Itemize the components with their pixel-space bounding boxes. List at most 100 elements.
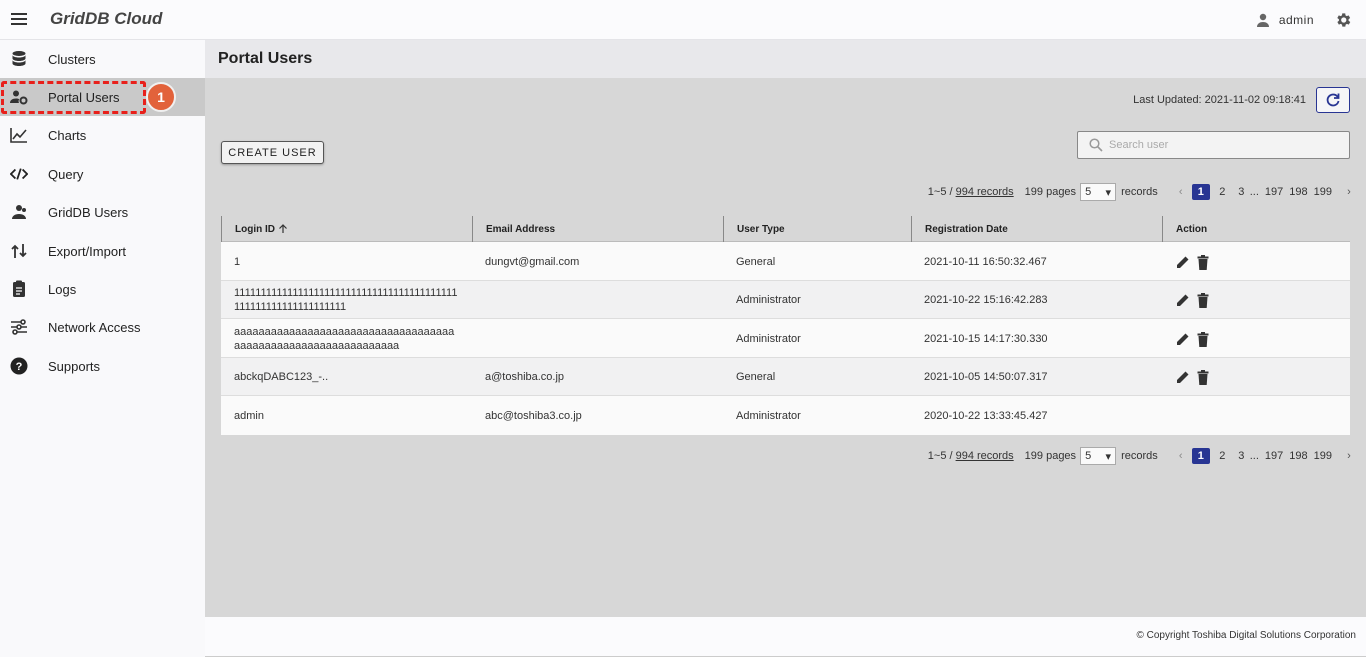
delete-icon[interactable]	[1196, 254, 1210, 270]
page-ellipsis: ...	[1249, 186, 1259, 198]
annotation-highlight	[1, 81, 146, 114]
create-user-button[interactable]: CREATE USER	[221, 141, 324, 164]
per-page-value: 5	[1085, 450, 1092, 462]
sidebar-item-label: Charts	[48, 127, 87, 143]
row-actions	[1176, 369, 1210, 385]
sidebar-item-logs[interactable]: Logs	[0, 270, 205, 308]
edit-icon[interactable]	[1176, 369, 1190, 385]
per-page-select[interactable]: 5 ▾	[1080, 183, 1117, 201]
sidebar-item-supports[interactable]: ? Supports	[0, 347, 205, 385]
page-button[interactable]: 197	[1265, 186, 1283, 198]
record-range: 1~5 /	[927, 450, 953, 462]
sidebar-item-clusters[interactable]: Clusters	[0, 40, 205, 78]
records-link[interactable]: 994 records	[956, 450, 1014, 462]
sidebar-item-charts[interactable]: Charts	[0, 116, 205, 154]
sidebar-item-label: GridDB Users	[48, 204, 129, 220]
email-cell: dungvt@gmail.com	[485, 255, 580, 268]
user-type-cell: Administrator	[736, 409, 801, 422]
edit-icon[interactable]	[1176, 292, 1190, 308]
records-label: records	[1121, 450, 1158, 462]
pagination-top: 1~5 / 994 records 199 pages 5 ▾ records ‹…	[928, 182, 1354, 202]
page-button[interactable]: 3	[1235, 450, 1248, 462]
email-cell: a@toshiba.co.jp	[485, 370, 565, 383]
export-import-icon	[10, 242, 28, 260]
page-button[interactable]: 3	[1235, 186, 1248, 198]
login-id-cell: aaaaaaaaaaaaaaaaaaaaaaaaaaaaaaaaaaaaaaaa…	[234, 326, 455, 352]
sidebar-item-griddb-users[interactable]: GridDB Users	[0, 193, 205, 231]
registration-date-cell: 2021-10-05 14:50:07.317	[924, 370, 1048, 383]
main-content: Portal Users Last Updated: 2021-11-02 09…	[205, 40, 1366, 617]
chevron-right-icon[interactable]: ›	[1344, 186, 1354, 198]
search-icon	[1089, 138, 1103, 152]
user-type-cell: Administrator	[736, 332, 801, 345]
gear-icon[interactable]	[1334, 11, 1352, 29]
delete-icon[interactable]	[1196, 369, 1210, 385]
page-button[interactable]: 1	[1191, 448, 1210, 464]
refresh-button[interactable]	[1316, 87, 1350, 113]
refresh-icon	[1326, 93, 1340, 107]
column-header-label: Login ID	[235, 223, 275, 235]
edit-icon[interactable]	[1176, 254, 1190, 270]
username: admin	[1278, 13, 1314, 27]
sidebar-item-query[interactable]: Query	[0, 155, 205, 193]
column-header-action: Action	[1162, 216, 1350, 242]
menu-icon[interactable]	[11, 13, 27, 27]
page-button[interactable]: 198	[1289, 186, 1307, 198]
login-id-cell: 1	[234, 255, 241, 268]
delete-icon[interactable]	[1196, 331, 1210, 347]
table-row: admin abc@toshiba3.co.jp Administrator 2…	[221, 397, 1350, 435]
per-page-value: 5	[1085, 186, 1092, 198]
chevron-left-icon[interactable]: ‹	[1176, 186, 1186, 198]
sidebar-item-network-access[interactable]: Network Access	[0, 308, 205, 346]
login-id-cell: admin	[234, 409, 264, 422]
chevron-left-icon[interactable]: ‹	[1176, 450, 1186, 462]
code-icon	[10, 165, 28, 183]
record-range: 1~5 /	[927, 186, 953, 198]
app-logo: GridDB Cloud	[50, 9, 163, 28]
user-type-cell: General	[736, 255, 776, 268]
table-row: abckqDABC123_-.. a@toshiba.co.jp General…	[221, 358, 1350, 396]
column-header-email[interactable]: Email Address	[472, 216, 723, 242]
sidebar-item-label: Query	[48, 166, 84, 182]
page-button[interactable]: 2	[1216, 450, 1229, 462]
user-menu[interactable]: admin	[1255, 12, 1314, 28]
sidebar-item-label: Network Access	[48, 319, 141, 335]
pagination-bottom: 1~5 / 994 records 199 pages 5 ▾ records ‹…	[928, 446, 1354, 466]
sidebar-item-label: Clusters	[48, 51, 96, 67]
row-actions	[1176, 331, 1210, 347]
chevron-down-icon: ▾	[1105, 186, 1112, 199]
page-button[interactable]: 198	[1289, 450, 1307, 462]
records-link[interactable]: 994 records	[956, 186, 1014, 198]
delete-icon[interactable]	[1196, 292, 1210, 308]
registration-date-cell: 2021-10-15 14:17:30.330	[924, 332, 1048, 345]
table-row: 1 dungvt@gmail.com General 2021-10-11 16…	[221, 243, 1350, 281]
page-button[interactable]: 1	[1191, 184, 1210, 200]
page-button[interactable]: 2	[1216, 186, 1229, 198]
page-title: Portal Users	[218, 50, 313, 67]
chevron-right-icon[interactable]: ›	[1344, 450, 1354, 462]
top-bar: GridDB Cloud admin	[0, 0, 1366, 40]
column-header-login-id[interactable]: Login ID	[221, 216, 472, 242]
sidebar-item-export-import[interactable]: Export/Import	[0, 232, 205, 270]
search-input[interactable]	[1109, 139, 1339, 151]
login-id-cell: abckqDABC123_-..	[234, 370, 329, 383]
column-header-user-type[interactable]: User Type	[723, 216, 911, 242]
svg-text:?: ?	[16, 361, 23, 373]
last-updated: Last Updated: 2021-11-02 09:18:41	[1133, 94, 1306, 106]
chart-line-icon	[10, 126, 28, 144]
edit-icon[interactable]	[1176, 331, 1190, 347]
page-button[interactable]: 199	[1314, 186, 1332, 198]
page-button[interactable]: 197	[1265, 450, 1283, 462]
email-cell: abc@toshiba3.co.jp	[485, 409, 582, 422]
page-button[interactable]: 199	[1314, 450, 1332, 462]
copyright-text: © Copyright Toshiba Digital Solutions Co…	[1136, 630, 1356, 641]
footer: © Copyright Toshiba Digital Solutions Co…	[205, 617, 1366, 657]
sidebar-item-label: Export/Import	[48, 243, 127, 259]
per-page-select[interactable]: 5 ▾	[1080, 447, 1117, 465]
table-row: aaaaaaaaaaaaaaaaaaaaaaaaaaaaaaaaaaaaaaaa…	[221, 320, 1350, 358]
sidebar-item-label: Logs	[48, 281, 77, 297]
sidebar: Clusters Portal Users Charts Query GridD…	[0, 40, 205, 657]
column-header-registration-date[interactable]: Registration Date	[911, 216, 1162, 242]
row-actions	[1176, 292, 1210, 308]
page-header: Portal Users	[205, 40, 1366, 78]
